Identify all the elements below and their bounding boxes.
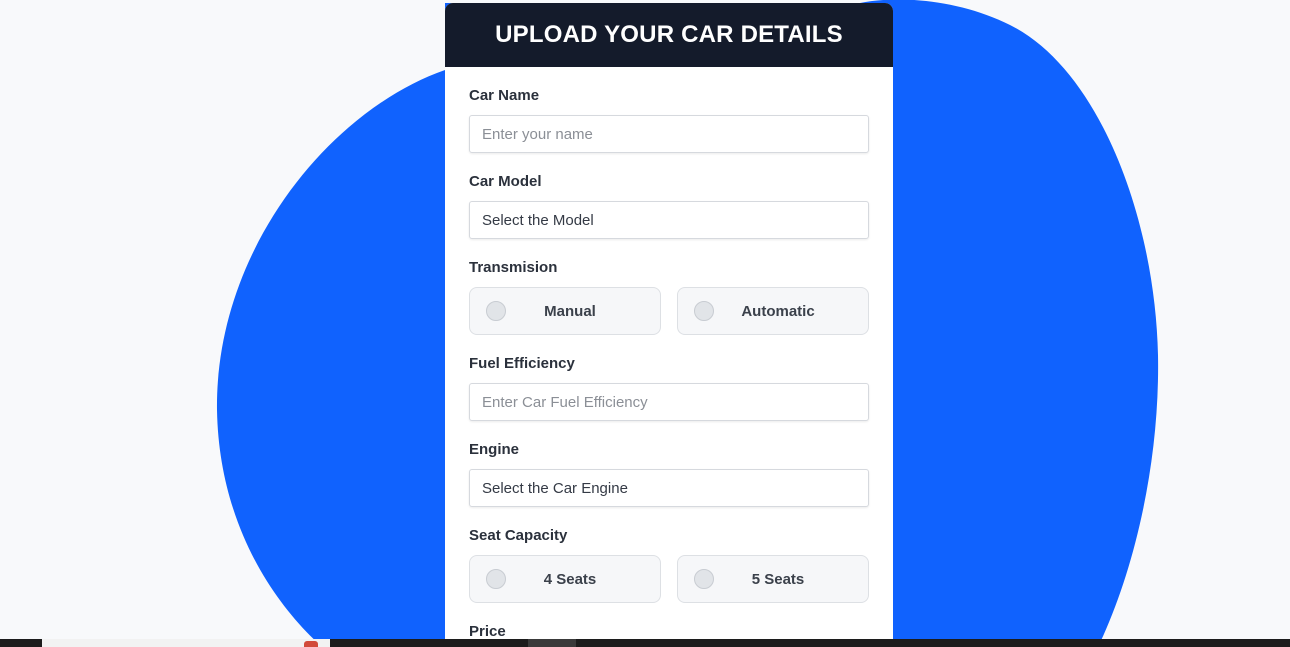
transmission-options: Manual Automatic bbox=[469, 287, 869, 335]
seat-capacity-label: Seat Capacity bbox=[469, 527, 568, 544]
radio-circle-icon[interactable] bbox=[486, 301, 506, 321]
radio-circle-icon[interactable] bbox=[486, 569, 506, 589]
car-name-placeholder: Enter your name bbox=[482, 125, 593, 143]
radio-circle-icon[interactable] bbox=[694, 569, 714, 589]
car-details-form-card: UPLOAD YOUR CAR DETAILS Car Name Enter y… bbox=[445, 3, 893, 639]
engine-selected: Select the Car Engine bbox=[482, 479, 628, 497]
transmission-label: Transmision bbox=[469, 259, 558, 276]
engine-label: Engine bbox=[469, 441, 520, 458]
transmission-option-automatic[interactable]: Automatic bbox=[677, 287, 869, 335]
car-name-input[interactable]: Enter your name bbox=[469, 115, 869, 153]
fuel-efficiency-placeholder: Enter Car Fuel Efficiency bbox=[482, 393, 648, 411]
taskbar-window-thumbnail[interactable] bbox=[42, 639, 330, 647]
car-name-label: Car Name bbox=[469, 87, 540, 104]
form-header: UPLOAD YOUR CAR DETAILS bbox=[445, 3, 893, 67]
taskbar-active-item[interactable] bbox=[528, 639, 576, 647]
seat-capacity-options: 4 Seats 5 Seats bbox=[469, 555, 869, 603]
seat-option-4[interactable]: 4 Seats bbox=[469, 555, 661, 603]
car-model-label: Car Model bbox=[469, 173, 542, 190]
fuel-efficiency-label: Fuel Efficiency bbox=[469, 355, 575, 372]
form-title: UPLOAD YOUR CAR DETAILS bbox=[495, 21, 843, 48]
car-details-form: Car Name Enter your name Car Model Selec… bbox=[445, 87, 893, 639]
price-label: Price bbox=[469, 623, 506, 639]
car-model-selected: Select the Model bbox=[482, 211, 594, 229]
fuel-efficiency-input[interactable]: Enter Car Fuel Efficiency bbox=[469, 383, 869, 421]
radio-circle-icon[interactable] bbox=[694, 301, 714, 321]
car-model-select[interactable]: Select the Model bbox=[469, 201, 869, 239]
app-icon bbox=[304, 641, 318, 647]
seat-option-5[interactable]: 5 Seats bbox=[677, 555, 869, 603]
transmission-option-manual[interactable]: Manual bbox=[469, 287, 661, 335]
engine-select[interactable]: Select the Car Engine bbox=[469, 469, 869, 507]
taskbar bbox=[0, 639, 1290, 647]
